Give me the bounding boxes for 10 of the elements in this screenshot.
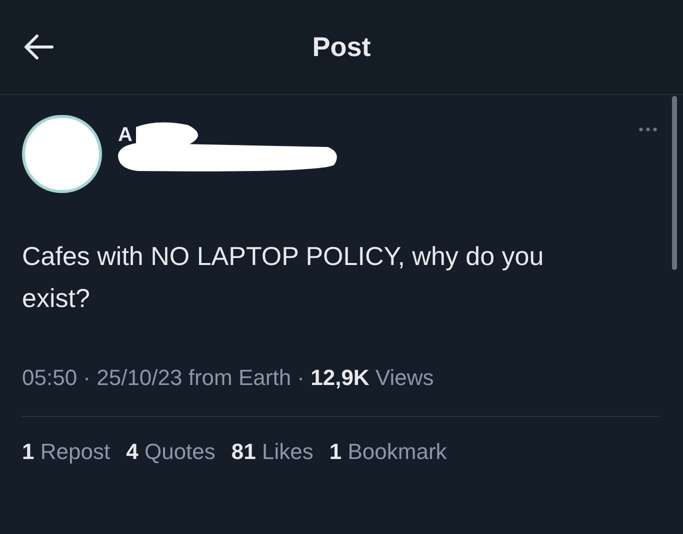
page-title: Post — [312, 30, 371, 64]
stat-link[interactable]: 81 Likes — [231, 435, 314, 468]
back-arrow-icon — [24, 34, 54, 60]
stat-link[interactable]: 4 Quotes — [126, 435, 216, 468]
stat-link[interactable]: 1 Repost — [22, 435, 110, 468]
stat-link[interactable]: 1 Bookmark — [329, 435, 447, 468]
more-icon[interactable] — [639, 127, 657, 132]
post-text: Cafes with NO LAPTOP POLICY, why do you exist? — [22, 240, 545, 315]
post-meta: 05:50 · 25/10/23 from Earth · 12,9K Views — [22, 364, 435, 392]
author-name: A — [118, 123, 132, 148]
